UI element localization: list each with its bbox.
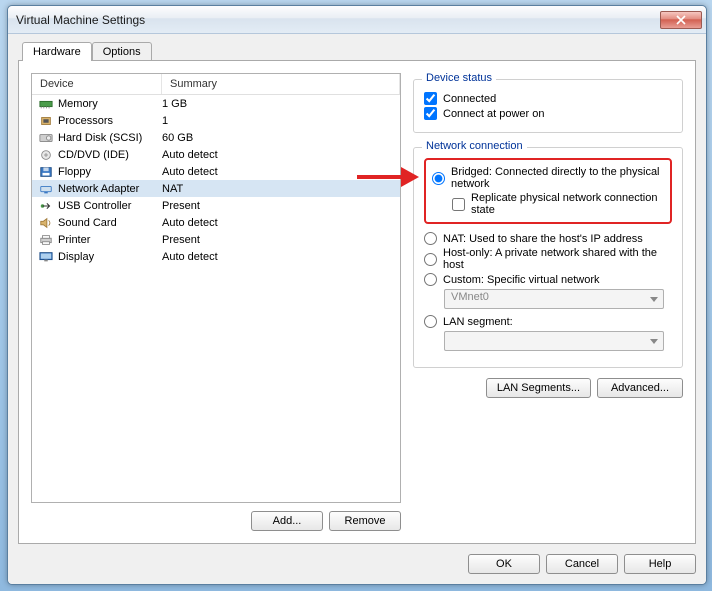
- device-summary: Auto detect: [162, 166, 394, 178]
- tabs: Hardware Options: [18, 42, 696, 61]
- device-row-usb[interactable]: USB ControllerPresent: [32, 197, 400, 214]
- lan-segments-button[interactable]: LAN Segments...: [486, 378, 591, 398]
- device-status-group: Device status Connected Connect at power…: [413, 79, 683, 133]
- nat-radio[interactable]: [424, 232, 437, 245]
- usb-icon: [38, 199, 54, 213]
- display-icon: [38, 250, 54, 264]
- poweron-row[interactable]: Connect at power on: [424, 107, 672, 120]
- cpu-icon: [38, 114, 54, 128]
- replicate-label: Replicate physical network connection st…: [471, 192, 664, 216]
- device-name: CD/DVD (IDE): [58, 149, 162, 161]
- device-summary: NAT: [162, 183, 394, 195]
- lanseg-row[interactable]: LAN segment:: [424, 315, 672, 328]
- hostonly-radio[interactable]: [424, 253, 437, 266]
- dialog-footer: OK Cancel Help: [18, 544, 696, 574]
- device-row-net[interactable]: Network AdapterNAT: [32, 180, 400, 197]
- bridged-row[interactable]: Bridged: Connected directly to the physi…: [432, 166, 664, 190]
- net-icon: [38, 182, 54, 196]
- add-button[interactable]: Add...: [251, 511, 323, 531]
- custom-combo[interactable]: VMnet0: [444, 289, 664, 309]
- device-name: Hard Disk (SCSI): [58, 132, 162, 144]
- hdd-icon: [38, 131, 54, 145]
- device-row-floppy[interactable]: FloppyAuto detect: [32, 163, 400, 180]
- bridged-label: Bridged: Connected directly to the physi…: [451, 166, 664, 190]
- sound-icon: [38, 216, 54, 230]
- left-pane: Device Summary Memory1 GBProcessors1Hard…: [31, 73, 401, 531]
- device-row-display[interactable]: DisplayAuto detect: [32, 248, 400, 265]
- custom-label: Custom: Specific virtual network: [443, 274, 600, 286]
- close-button[interactable]: [660, 11, 702, 29]
- device-summary: 1: [162, 115, 394, 127]
- hostonly-label: Host-only: A private network shared with…: [443, 247, 672, 271]
- hostonly-row[interactable]: Host-only: A private network shared with…: [424, 247, 672, 271]
- nat-row[interactable]: NAT: Used to share the host's IP address: [424, 232, 672, 245]
- device-summary: Present: [162, 234, 394, 246]
- device-summary: Auto detect: [162, 149, 394, 161]
- right-pane: Device status Connected Connect at power…: [413, 73, 683, 531]
- help-button[interactable]: Help: [624, 554, 696, 574]
- lanseg-label: LAN segment:: [443, 316, 513, 328]
- lanseg-combo[interactable]: [444, 331, 664, 351]
- connected-row[interactable]: Connected: [424, 92, 672, 105]
- advanced-button[interactable]: Advanced...: [597, 378, 683, 398]
- printer-icon: [38, 233, 54, 247]
- remove-button[interactable]: Remove: [329, 511, 401, 531]
- device-row-memory[interactable]: Memory1 GB: [32, 95, 400, 112]
- tab-content: Device Summary Memory1 GBProcessors1Hard…: [18, 60, 696, 544]
- connected-label: Connected: [443, 93, 496, 105]
- device-row-cpu[interactable]: Processors1: [32, 112, 400, 129]
- device-summary: 60 GB: [162, 132, 394, 144]
- device-list[interactable]: Device Summary Memory1 GBProcessors1Hard…: [31, 73, 401, 503]
- device-summary: Auto detect: [162, 251, 394, 263]
- device-name: Processors: [58, 115, 162, 127]
- device-summary: 1 GB: [162, 98, 394, 110]
- connected-checkbox[interactable]: [424, 92, 437, 105]
- device-name: Display: [58, 251, 162, 263]
- replicate-row[interactable]: Replicate physical network connection st…: [452, 192, 664, 216]
- poweron-checkbox[interactable]: [424, 107, 437, 120]
- device-name: Sound Card: [58, 217, 162, 229]
- device-row-printer[interactable]: PrinterPresent: [32, 231, 400, 248]
- tab-hardware[interactable]: Hardware: [22, 42, 92, 61]
- device-name: Network Adapter: [58, 183, 162, 195]
- cancel-button[interactable]: Cancel: [546, 554, 618, 574]
- netconn-legend: Network connection: [422, 140, 527, 152]
- device-summary: Auto detect: [162, 217, 394, 229]
- settings-window: Virtual Machine Settings Hardware Option…: [7, 5, 707, 585]
- window-title: Virtual Machine Settings: [16, 13, 660, 27]
- lanseg-radio[interactable]: [424, 315, 437, 328]
- col-summary[interactable]: Summary: [162, 74, 400, 94]
- network-connection-group: Network connection Bridged: Connected di…: [413, 147, 683, 368]
- device-name: Memory: [58, 98, 162, 110]
- poweron-label: Connect at power on: [443, 108, 545, 120]
- memory-icon: [38, 97, 54, 111]
- device-status-legend: Device status: [422, 72, 496, 84]
- custom-row[interactable]: Custom: Specific virtual network: [424, 273, 672, 286]
- device-list-header: Device Summary: [32, 74, 400, 95]
- device-row-hdd[interactable]: Hard Disk (SCSI)60 GB: [32, 129, 400, 146]
- bridged-highlight: Bridged: Connected directly to the physi…: [424, 158, 672, 224]
- custom-radio[interactable]: [424, 273, 437, 286]
- titlebar[interactable]: Virtual Machine Settings: [8, 6, 706, 34]
- nat-label: NAT: Used to share the host's IP address: [443, 233, 643, 245]
- device-name: Printer: [58, 234, 162, 246]
- cd-icon: [38, 148, 54, 162]
- ok-button[interactable]: OK: [468, 554, 540, 574]
- device-row-cd[interactable]: CD/DVD (IDE)Auto detect: [32, 146, 400, 163]
- dialog-body: Hardware Options Device Summary Memory1 …: [8, 34, 706, 584]
- floppy-icon: [38, 165, 54, 179]
- replicate-checkbox[interactable]: [452, 198, 465, 211]
- device-name: Floppy: [58, 166, 162, 178]
- col-device[interactable]: Device: [32, 74, 162, 94]
- device-summary: Present: [162, 200, 394, 212]
- close-icon: [676, 15, 686, 25]
- device-row-sound[interactable]: Sound CardAuto detect: [32, 214, 400, 231]
- tab-options[interactable]: Options: [92, 42, 152, 61]
- bridged-radio[interactable]: [432, 172, 445, 185]
- device-name: USB Controller: [58, 200, 162, 212]
